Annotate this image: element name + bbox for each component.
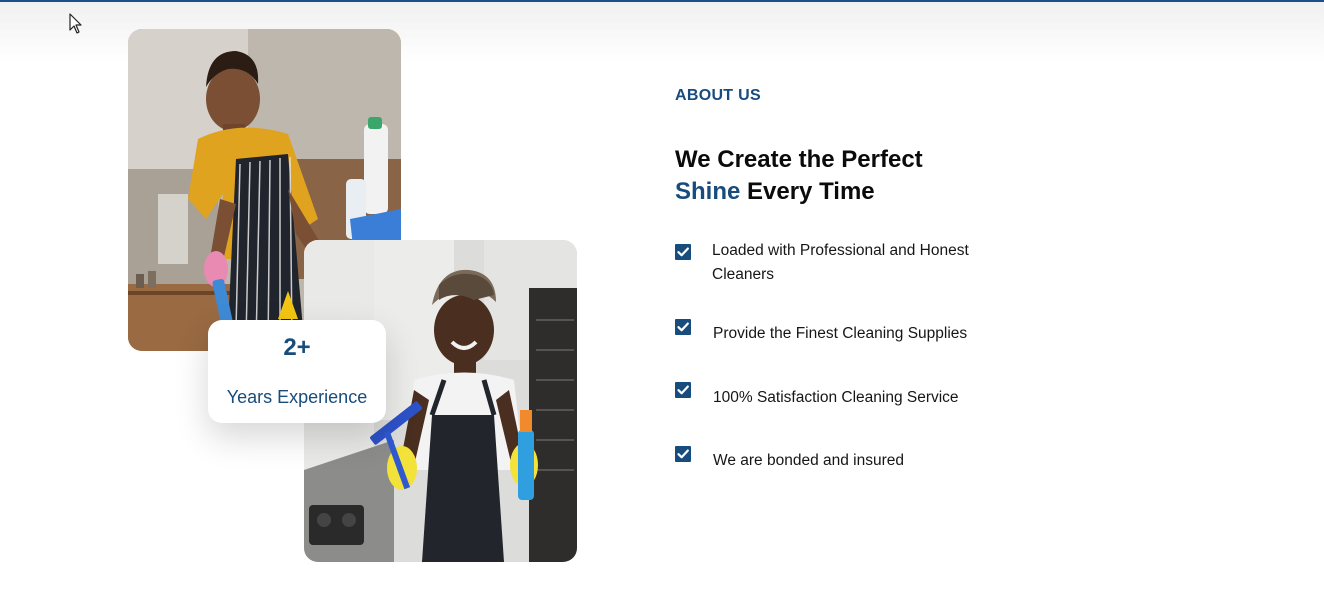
checkbox-checked-icon xyxy=(675,244,691,260)
feature-text: Loaded with Professional and Honest Clea… xyxy=(712,242,969,283)
feature-item: 100% Satisfaction Cleaning Service xyxy=(675,382,1015,412)
checkbox-checked-icon xyxy=(675,382,691,398)
feature-item: We are bonded and insured xyxy=(675,446,1015,475)
feature-item: Loaded with Professional and Honest Clea… xyxy=(675,239,1015,289)
checkbox-checked-icon xyxy=(675,319,691,335)
section-eyebrow: ABOUT US xyxy=(675,87,761,104)
mouse-cursor-icon xyxy=(69,13,82,34)
experience-card: 2+ Years Experience xyxy=(208,320,386,423)
heading-line-1: We Create the Perfect xyxy=(675,146,923,173)
feature-item: Provide the Finest Cleaning Supplies xyxy=(675,319,1015,348)
heading-accent: Shine xyxy=(675,178,741,205)
feature-text: Provide the Finest Cleaning Supplies xyxy=(713,325,968,342)
section-heading: We Create the Perfect Shine Every Time xyxy=(675,144,923,208)
heading-rest: Every Time xyxy=(740,178,875,205)
heading-line-2: Shine Every Time xyxy=(675,176,923,208)
checkbox-checked-icon xyxy=(675,446,691,462)
feature-text: We are bonded and insured xyxy=(713,452,905,469)
experience-label: Years Experience xyxy=(226,387,368,407)
experience-number: 2+ xyxy=(283,334,311,361)
feature-text: 100% Satisfaction Cleaning Service xyxy=(713,389,959,406)
